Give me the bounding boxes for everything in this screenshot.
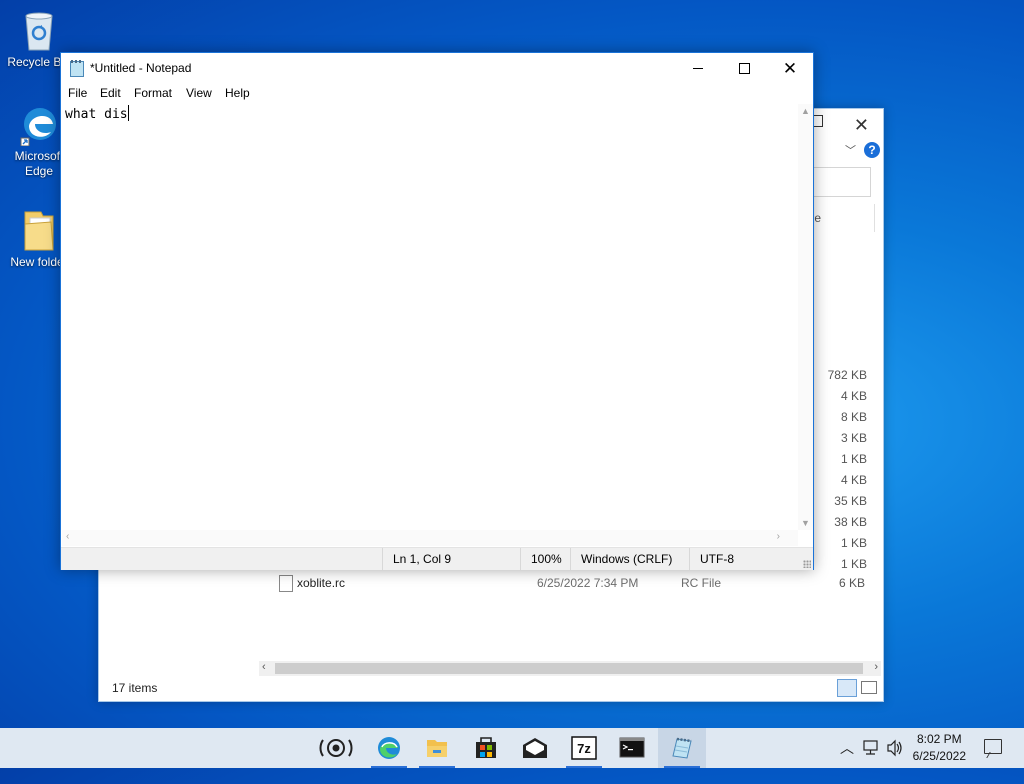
scrollbar-thumb[interactable] (275, 663, 863, 674)
file-size: 1 KB (840, 536, 867, 550)
recycle-bin-icon (20, 8, 58, 52)
menu-format[interactable]: Format (134, 86, 172, 100)
title-bar[interactable]: *Untitled - Notepad ✕ (61, 53, 813, 84)
menu-edit[interactable]: Edit (100, 86, 121, 100)
file-size: 3 KB (840, 431, 867, 445)
file-size: 1 KB (840, 452, 867, 466)
scroll-left-icon[interactable]: ‹ (262, 661, 266, 673)
folder-icon (21, 208, 57, 252)
vertical-scrollbar[interactable]: ▲ ▼ (798, 104, 813, 530)
cursor-position: Ln 1, Col 9 (382, 548, 521, 570)
menu-view[interactable]: View (186, 86, 212, 100)
editor-text: what dis (65, 107, 128, 122)
zoom-level: 100% (520, 548, 571, 570)
maximize-icon (738, 63, 750, 75)
menu-help[interactable]: Help (225, 86, 250, 100)
notepad-window[interactable]: *Untitled - Notepad ✕ File Edit Format V… (60, 52, 814, 570)
clock-time: 8:02 PM (916, 732, 962, 746)
file-size: 4 KB (840, 389, 867, 403)
resize-grip[interactable] (803, 560, 811, 568)
file-date: 6/25/2022 7:34 PM (537, 576, 639, 590)
7zip-icon[interactable]: 7z (560, 728, 608, 768)
line-ending: Windows (CRLF) (570, 548, 691, 570)
text-editor-area[interactable]: what dis (62, 104, 798, 530)
file-size: 38 KB (834, 515, 867, 529)
text-caret (127, 105, 129, 121)
horizontal-scrollbar[interactable]: ‹ › (259, 661, 881, 676)
network-icon[interactable] (862, 728, 880, 768)
7zip-label: 7z (577, 741, 591, 756)
notepad-icon (70, 60, 84, 77)
item-count: 17 items (112, 681, 158, 695)
close-icon[interactable]: ✕ (854, 115, 869, 136)
store-icon[interactable] (462, 728, 510, 768)
file-size: 782 KB (827, 368, 867, 382)
notification-icon[interactable] (984, 739, 1002, 754)
file-type: RC File (681, 576, 722, 590)
file-icon (279, 575, 293, 592)
file-explorer-icon[interactable] (413, 728, 461, 768)
search-input[interactable] (813, 167, 871, 197)
size-column: 782 KB 4 KB 8 KB 3 KB 1 KB 4 KB 35 KB 38… (807, 365, 867, 575)
maximize-button[interactable] (721, 53, 767, 84)
file-size: 1 KB (840, 557, 867, 571)
minimize-icon (693, 68, 703, 70)
desktop-icon-label: Microsoft Edge (14, 149, 64, 178)
menu-bar: File Edit Format View Help (61, 84, 813, 104)
close-button[interactable]: ✕ (767, 53, 813, 84)
file-name: xoblite.rc (297, 576, 346, 590)
scroll-left-icon[interactable]: ‹ (66, 531, 69, 542)
mail-icon[interactable] (511, 728, 559, 768)
taskbar: 7z ︿ 8:02 PM 6/25/2022 (0, 728, 1024, 768)
minimize-button[interactable] (675, 53, 721, 84)
terminal-icon[interactable] (608, 728, 656, 768)
list-item[interactable]: xoblite.rc 6/25/2022 7:34 PM RC File 6 K… (277, 573, 867, 594)
help-icon[interactable]: ? (864, 142, 880, 158)
file-size: 6 KB (838, 576, 865, 590)
cortana-ring-icon[interactable] (312, 728, 360, 768)
clock-date: 6/25/2022 (912, 749, 966, 763)
close-icon: ✕ (782, 59, 798, 78)
scroll-up-icon[interactable]: ▲ (801, 106, 810, 116)
notepad-icon[interactable] (658, 728, 706, 768)
editor-content[interactable]: what dis (65, 105, 129, 124)
horizontal-scrollbar[interactable]: ‹ › (62, 530, 798, 546)
edge-icon[interactable] (365, 728, 413, 768)
file-size: 35 KB (834, 494, 867, 508)
chevron-down-icon[interactable]: ﹀ (845, 142, 856, 158)
column-divider (874, 204, 875, 232)
window-title: *Untitled - Notepad (90, 61, 192, 75)
scroll-right-icon[interactable]: › (777, 531, 780, 542)
large-icons-view-icon[interactable] (861, 681, 877, 694)
menu-file[interactable]: File (68, 86, 87, 100)
system-clock[interactable]: 8:02 PM 6/25/2022 (913, 731, 966, 765)
volume-icon[interactable] (886, 728, 904, 768)
file-size: 4 KB (840, 473, 867, 487)
encoding: UTF-8 (689, 548, 800, 570)
scroll-down-icon[interactable]: ▼ (801, 518, 810, 528)
column-header[interactable]: e (814, 211, 821, 225)
edge-icon (19, 104, 59, 147)
file-size: 8 KB (840, 410, 867, 424)
chevron-up-icon[interactable]: ︿ (840, 728, 854, 768)
details-view-icon[interactable] (837, 679, 857, 697)
status-bar: Ln 1, Col 9 100% Windows (CRLF) UTF-8 (61, 547, 813, 570)
scroll-right-icon[interactable]: › (874, 661, 878, 673)
